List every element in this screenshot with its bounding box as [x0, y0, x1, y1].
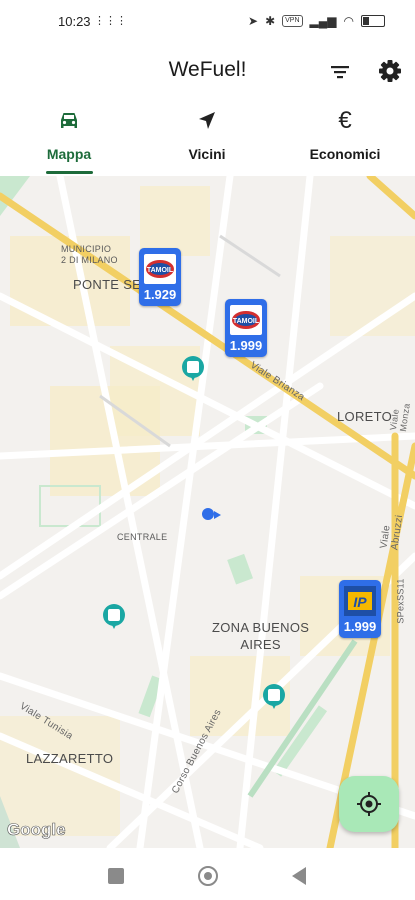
- status-bar: 10:23 ⋮⋮⋮ ➤ ✱ VPN ▂▄▆ ◠: [0, 0, 415, 46]
- street-label-viale-monza: Viale Monza: [388, 402, 412, 433]
- gear-icon: [379, 60, 401, 82]
- tab-vicini[interactable]: Vicini: [138, 98, 276, 176]
- tab-mappa[interactable]: Mappa: [0, 98, 138, 176]
- street-label-sp-exss11: SPexSS11: [395, 578, 406, 624]
- map-label-centrale: CENTRALE: [117, 532, 168, 542]
- filter-icon: [331, 66, 349, 79]
- vpn-badge: VPN: [282, 15, 303, 27]
- station-marker-ip[interactable]: IP 1.999: [339, 580, 381, 638]
- station-price: 1.929: [143, 287, 177, 302]
- battery-icon: [361, 15, 385, 27]
- station-marker-tamoil[interactable]: TAMOIL 1.929: [139, 248, 181, 306]
- status-icons: ➤ ✱ VPN ▂▄▆ ◠: [248, 14, 385, 28]
- poi-marker[interactable]: [263, 684, 285, 709]
- car-icon: [61, 113, 77, 128]
- tab-economici[interactable]: € Economici: [276, 98, 414, 176]
- heading-arrow-icon: [214, 511, 221, 519]
- my-location-button[interactable]: [339, 776, 399, 832]
- current-location-dot: [202, 508, 214, 520]
- map-view[interactable]: MUNICIPIO 2 DI MILANO PONTE SE LORETO CE…: [0, 176, 415, 848]
- map-label-buenos-aires: ZONA BUENOS AIRES: [212, 620, 310, 652]
- filter-button[interactable]: [326, 58, 354, 86]
- station-marker-tamoil[interactable]: TAMOIL 1.999: [225, 299, 267, 357]
- my-location-icon: [357, 792, 381, 816]
- tamoil-logo-text: TAMOIL: [147, 267, 174, 274]
- status-time: 10:23: [58, 14, 91, 29]
- home-button[interactable]: [198, 866, 218, 886]
- tab-label-mappa: Mappa: [46, 146, 92, 162]
- wifi-icon: ◠: [343, 14, 354, 28]
- map-label-ponte: PONTE SE: [73, 277, 142, 292]
- settings-button[interactable]: [375, 56, 405, 86]
- station-price: 1.999: [343, 619, 377, 634]
- notification-dots-icon: ⋮⋮⋮: [94, 15, 127, 27]
- tab-label-vicini: Vicini: [188, 146, 226, 162]
- tab-bar: Mappa Vicini € Economici: [0, 98, 415, 176]
- station-price: 1.999: [229, 338, 263, 353]
- app-bar: WeFuel!: [0, 46, 415, 98]
- bluetooth-icon: ✱: [265, 14, 276, 28]
- signal-icon: ▂▄▆: [309, 14, 337, 28]
- navigation-arrow-icon: [199, 112, 215, 129]
- tamoil-logo-icon: TAMOIL: [230, 305, 262, 335]
- google-attribution[interactable]: Google: [7, 820, 66, 840]
- tamoil-logo-icon: TAMOIL: [144, 254, 176, 284]
- poi-marker[interactable]: [103, 604, 125, 629]
- active-tab-indicator: [46, 171, 93, 174]
- map-label-lazzaretto: LAZZARETTO: [26, 751, 114, 766]
- system-nav-bar: [0, 848, 415, 900]
- tamoil-logo-text: TAMOIL: [233, 318, 260, 325]
- location-icon: ➤: [248, 14, 259, 28]
- poi-marker[interactable]: [182, 356, 204, 381]
- tab-label-economici: Economici: [309, 146, 381, 162]
- ip-logo-text: IP: [353, 594, 367, 610]
- map-label-municipio: MUNICIPIO 2 DI MILANO: [61, 244, 118, 265]
- recents-button[interactable]: [108, 868, 124, 884]
- euro-icon: €: [338, 107, 352, 134]
- ip-logo-icon: IP: [344, 586, 376, 616]
- map-label-loreto: LORETO: [337, 409, 393, 424]
- back-button[interactable]: [292, 867, 306, 885]
